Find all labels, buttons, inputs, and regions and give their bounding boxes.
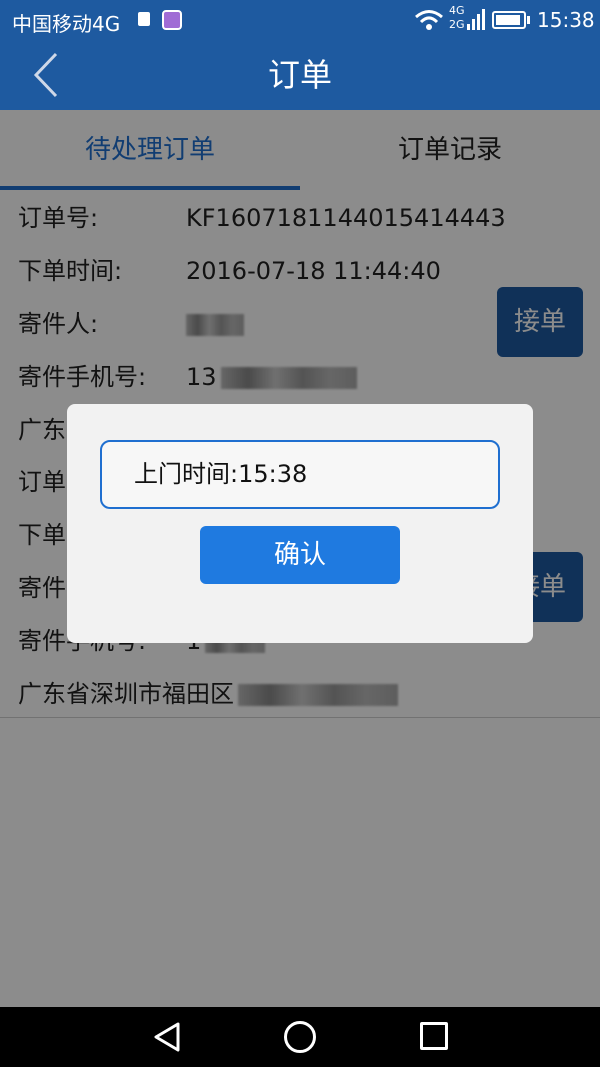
- network-top-label: 4G: [449, 4, 465, 17]
- network-bottom-label: 2G: [449, 18, 465, 31]
- network-type: 4G 2G: [449, 4, 465, 32]
- back-arrow-icon[interactable]: [28, 50, 68, 100]
- nav-back-icon[interactable]: [152, 1021, 182, 1053]
- pickup-time-dialog: 上门时间:15:38 确认: [67, 404, 533, 643]
- signal-icon: [467, 9, 485, 30]
- system-nav-bar: [0, 1007, 600, 1067]
- sim-icon: [138, 12, 150, 26]
- pickup-time-field[interactable]: 上门时间:15:38: [100, 440, 500, 509]
- battery-icon: [492, 11, 526, 29]
- status-time: 15:38: [537, 8, 595, 32]
- carrier-label: 中国移动4G: [12, 12, 121, 36]
- confirm-button[interactable]: 确认: [200, 526, 400, 584]
- wifi-icon: [415, 10, 443, 30]
- status-bar: 中国移动4G 4G 2G 15:38: [0, 0, 600, 40]
- gallery-notification-icon: [162, 10, 182, 30]
- battery-tip: [527, 16, 530, 24]
- app-header: 订单: [0, 40, 600, 110]
- page-title: 订单: [267, 56, 332, 94]
- nav-home-icon[interactable]: [284, 1021, 316, 1053]
- nav-recent-apps-icon[interactable]: [420, 1022, 448, 1050]
